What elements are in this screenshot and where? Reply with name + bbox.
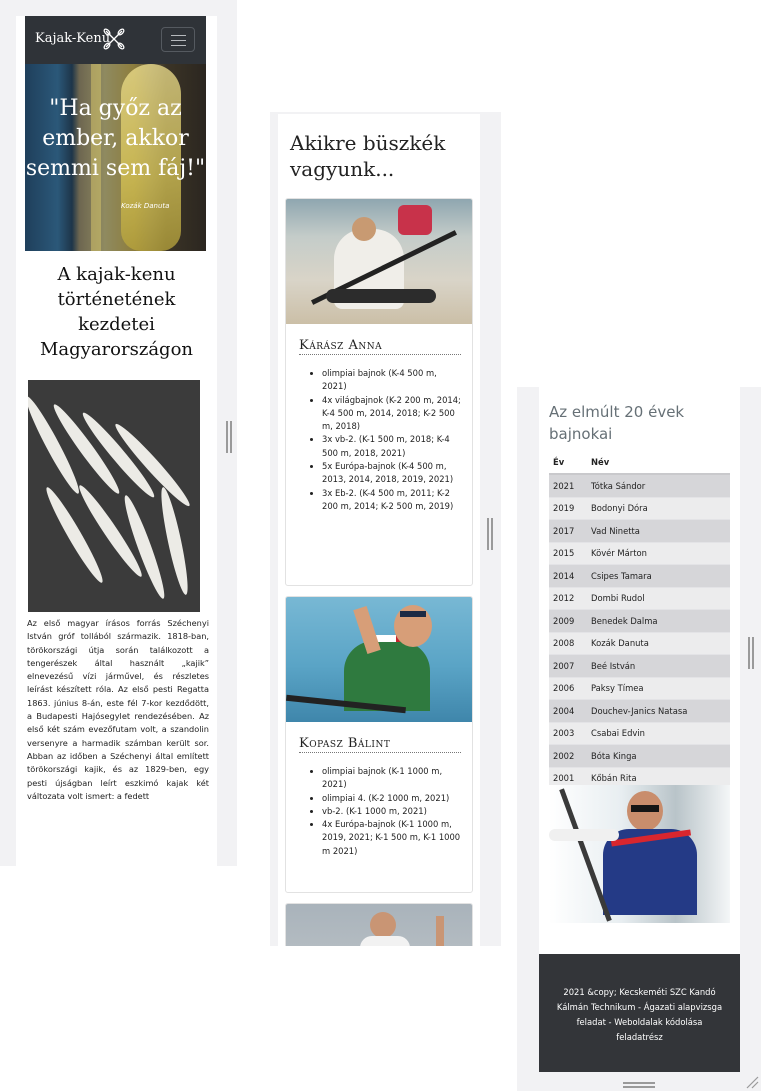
year-cell: 2012 xyxy=(549,586,587,610)
year-cell: 2017 xyxy=(549,519,587,542)
table-row: 2014 Csipes Tamara xyxy=(549,564,730,587)
crossed-paddles-icon xyxy=(103,28,125,50)
champions-title: Az elmúlt 20 évek bajnokai xyxy=(549,403,685,443)
hero-author: Kozák Danuta xyxy=(121,202,170,210)
table-row: 2004 Douchev-Janics Natasa xyxy=(549,699,730,722)
achievement-list: olimpiai bajnok (K-1 1000 m, 2021) olimp… xyxy=(298,765,462,858)
history-kayaks-photo xyxy=(28,380,200,612)
achievement-item: vb-2. (K-1 1000 m, 2021) xyxy=(322,805,462,818)
name-cell: Beé István xyxy=(587,654,730,677)
table-row: 2021 Tótka Sándor xyxy=(549,473,730,497)
hero-banner: "Ha győz az ember, akkor semmi sem fáj!"… xyxy=(25,64,206,251)
name-cell: Bodonyi Dóra xyxy=(587,496,730,520)
resize-handle[interactable] xyxy=(226,421,232,453)
name-cell: Tótka Sándor xyxy=(587,473,730,497)
hamburger-icon[interactable] xyxy=(161,27,195,52)
year-cell: 2007 xyxy=(549,654,587,677)
page-panel-3: Az elmúlt 20 évek bajnokai Év Név 2021 Tó… xyxy=(539,387,740,1072)
name-cell: Vad Ninetta xyxy=(587,519,730,542)
year-cell: 2009 xyxy=(549,609,587,632)
page-footer: 2021 &copy; Kecskeméti SZC Kandó Kálmán … xyxy=(539,954,740,1072)
achievement-item: 5x Európa-bajnok (K-4 500 m, 2013, 2014,… xyxy=(322,460,462,487)
name-cell: Kövér Márton xyxy=(587,541,730,565)
year-cell: 2008 xyxy=(549,631,587,655)
table-row: 2008 Kozák Danuta xyxy=(549,631,730,655)
table-row: 2007 Beé István xyxy=(549,654,730,677)
resize-handle[interactable] xyxy=(748,637,754,669)
footer-text: 2021 &copy; Kecskeméti SZC Kandó Kálmán … xyxy=(556,987,723,1042)
name-cell: Csabai Edvin xyxy=(587,721,730,745)
achievement-item: 4x Európa-bajnok (K-1 1000 m, 2019, 2021… xyxy=(322,818,462,858)
table-row: 2012 Dombi Rudol xyxy=(549,586,730,610)
athlete-photo xyxy=(286,904,472,946)
athlete-name: Kopasz Bálint xyxy=(299,736,461,753)
name-cell: Benedek Dalma xyxy=(587,609,730,632)
athlete-card: Kopasz Bálint olimpiai bajnok (K-1 1000 … xyxy=(285,596,473,893)
athlete-photo xyxy=(286,597,472,722)
achievement-item: 3x Eb-2. (K-4 500 m, 2011; K-2 200 m, 20… xyxy=(322,487,462,514)
table-row: 2019 Bodonyi Dóra xyxy=(549,496,730,520)
year-cell: 2002 xyxy=(549,744,587,767)
table-row: 2017 Vad Ninetta xyxy=(549,519,730,542)
section-title: Akikre büszkék vagyunk... xyxy=(290,131,446,181)
achievement-item: olimpiai bajnok (K-1 1000 m, 2021) xyxy=(322,765,462,792)
athlete-photo xyxy=(286,199,472,324)
resize-handle[interactable] xyxy=(623,1082,655,1088)
name-cell: Dombi Rudol xyxy=(587,586,730,610)
resize-handle[interactable] xyxy=(487,518,493,550)
history-text: Az első magyar írásos forrás Széchenyi I… xyxy=(27,618,209,801)
hero-quote: "Ha győz az ember, akkor semmi sem fáj!" xyxy=(25,96,206,181)
column-header: Év xyxy=(549,451,587,475)
year-cell: 2004 xyxy=(549,699,587,722)
year-cell: 2019 xyxy=(549,496,587,520)
achievement-item: olimpiai bajnok (K-4 500 m, 2021) xyxy=(322,367,462,394)
year-cell: 2014 xyxy=(549,564,587,587)
name-cell: Bóta Kinga xyxy=(587,744,730,767)
table-row: 2003 Csabai Edvin xyxy=(549,721,730,745)
athlete-card: Kárász Anna olimpiai bajnok (K-4 500 m, … xyxy=(285,198,473,586)
achievement-item: 3x vb-2. (K-1 500 m, 2018; K-4 500 m, 20… xyxy=(322,433,462,460)
year-cell: 2015 xyxy=(549,541,587,565)
table-row: 2002 Bóta Kinga xyxy=(549,744,730,767)
athlete-name: Kárász Anna xyxy=(299,338,461,355)
navbar: Kajak-Kenu xyxy=(25,16,206,64)
name-cell: Csipes Tamara xyxy=(587,564,730,587)
column-header: Név xyxy=(587,451,730,475)
achievement-list: olimpiai bajnok (K-4 500 m, 2021) 4x vil… xyxy=(298,367,462,513)
name-cell: Paksy Tímea xyxy=(587,676,730,700)
page-title: A kajak-kenu történetének kezdetei Magya… xyxy=(39,264,194,360)
brand-link[interactable]: Kajak-Kenu xyxy=(35,31,110,46)
table-row: 2006 Paksy Tímea xyxy=(549,676,730,700)
table-row: 2015 Kövér Márton xyxy=(549,541,730,565)
year-cell: 2006 xyxy=(549,676,587,700)
page-panel-2: Akikre büszkék vagyunk... Kárász Anna ol… xyxy=(278,114,480,946)
achievement-item: 4x világbajnok (K-2 200 m, 2014; K-4 500… xyxy=(322,394,462,434)
name-cell: Douchev-Janics Natasa xyxy=(587,699,730,722)
year-cell: 2003 xyxy=(549,721,587,745)
achievement-item: olimpiai 4. (K-2 1000 m, 2021) xyxy=(322,792,462,805)
resize-grip-icon[interactable] xyxy=(745,1075,759,1089)
name-cell: Kozák Danuta xyxy=(587,631,730,655)
champions-table: Év Név 2021 Tótka Sándor 2019 Bodonyi Dóra… xyxy=(549,451,730,789)
champion-photo xyxy=(549,785,730,923)
athlete-card xyxy=(285,903,473,946)
table-row: 2009 Benedek Dalma xyxy=(549,609,730,632)
year-cell: 2021 xyxy=(549,473,587,497)
